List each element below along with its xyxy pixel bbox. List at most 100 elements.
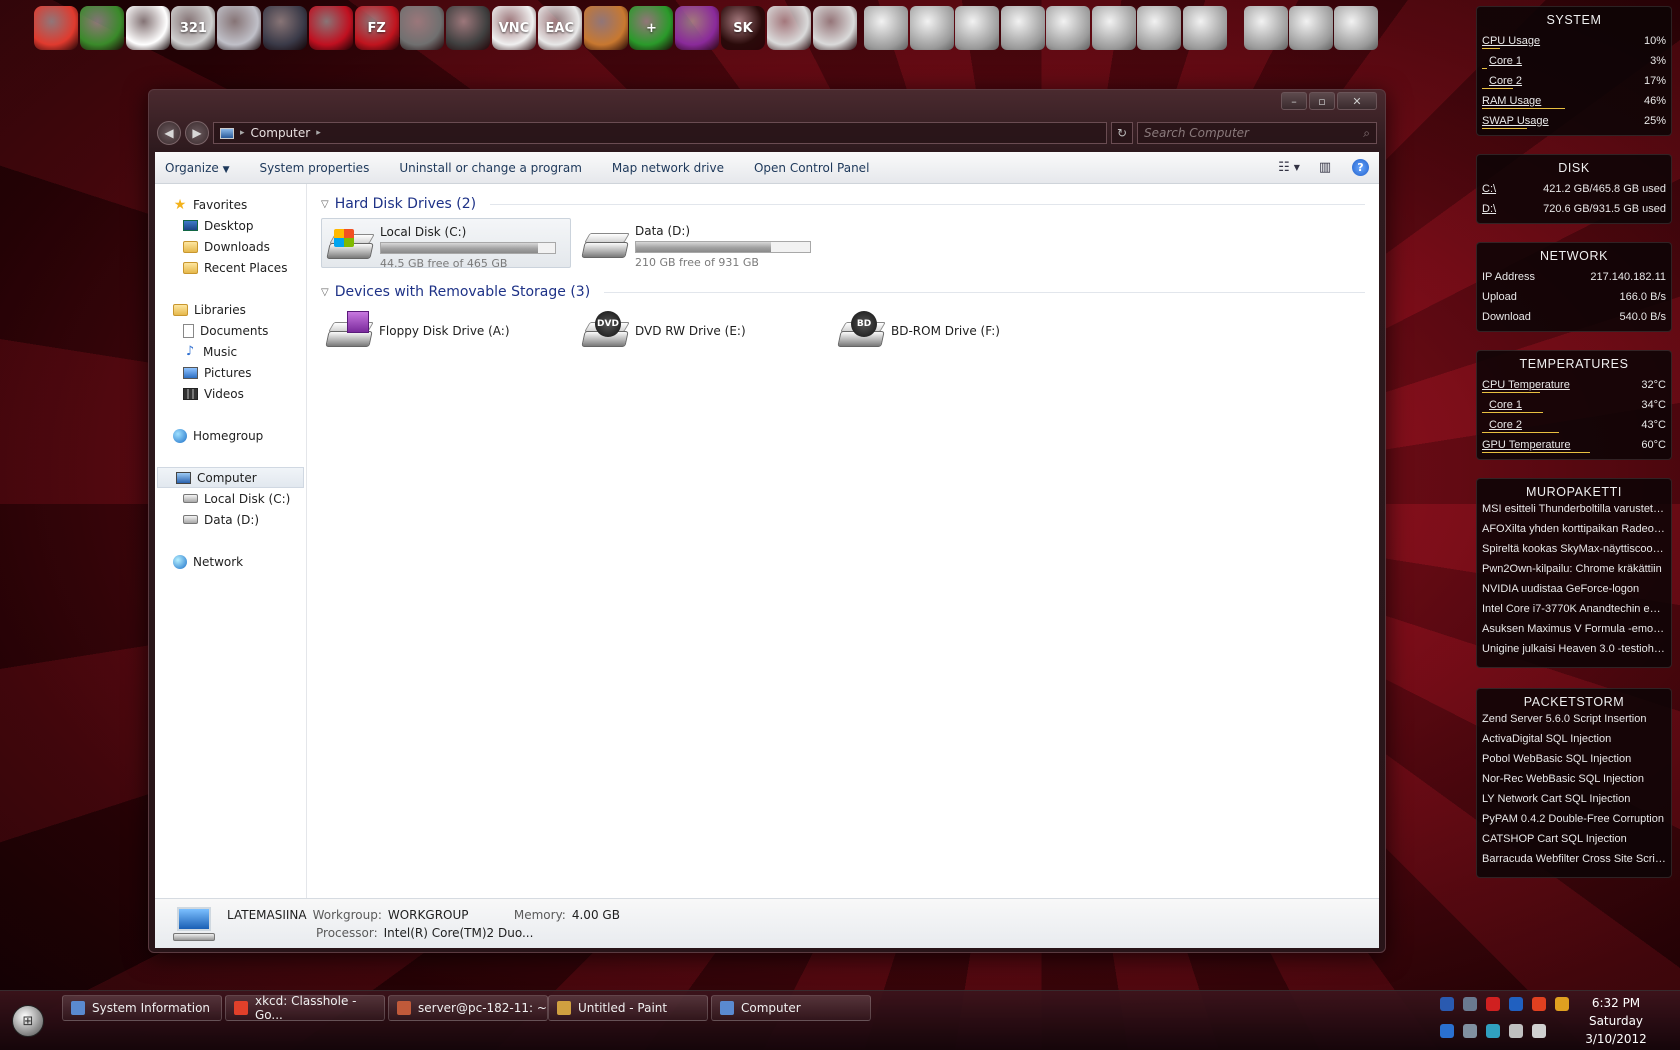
minimize-button[interactable]: – — [1281, 92, 1307, 110]
lock-icon[interactable] — [400, 6, 445, 50]
nav-computer[interactable]: Computer — [157, 467, 304, 488]
windows-flag-icon[interactable] — [79, 6, 124, 50]
trash-icon[interactable] — [1334, 6, 1378, 50]
nav-favorites[interactable]: ★ Favorites — [155, 194, 306, 215]
news-headline-link[interactable]: NVIDIA uudistaa GeForce-logon — [1477, 583, 1671, 603]
lion-icon[interactable] — [583, 6, 628, 50]
flag-tray-icon[interactable] — [1486, 997, 1500, 1011]
atom-icon[interactable] — [675, 6, 720, 50]
folder-music-icon[interactable] — [1000, 6, 1045, 50]
refresh-button[interactable]: ↻ — [1111, 122, 1133, 144]
folder-calendar-icon[interactable] — [1046, 6, 1090, 50]
nav-data-d[interactable]: Data (D:) — [155, 509, 306, 530]
eac-icon[interactable]: EAC — [537, 6, 582, 50]
nav-recent-places[interactable]: Recent Places — [155, 257, 306, 278]
mouse-icon[interactable] — [909, 6, 954, 50]
view-options-icon[interactable]: ☷ ▼ — [1278, 158, 1300, 176]
news-headline-link[interactable]: Pwn2Own-kilpailu: Chrome kräkättiin — [1477, 563, 1671, 583]
sk-icon[interactable]: SK — [721, 6, 765, 50]
maximize-button[interactable]: ▫ — [1309, 92, 1335, 110]
map-network-drive-button[interactable]: Map network drive — [612, 161, 724, 175]
monitor-tray-icon[interactable] — [1440, 997, 1454, 1011]
taskbar-button[interactable]: Computer — [711, 995, 871, 1021]
nav-downloads[interactable]: Downloads — [155, 236, 306, 257]
shield-tray-icon[interactable] — [1555, 997, 1569, 1011]
group-header-removable-storage[interactable]: ▽ Devices with Removable Storage (3) — [321, 282, 1365, 302]
news-headline-link[interactable]: Unigine julkaisi Heaven 3.0 -testiohjelm… — [1477, 643, 1671, 663]
taskbar-button[interactable]: xkcd: Classhole - Go... — [225, 994, 385, 1022]
nav-local-disk-c[interactable]: Local Disk (C:) — [155, 488, 306, 509]
volume-off-tray-icon[interactable] — [1532, 997, 1546, 1011]
green-plus-icon[interactable]: + — [629, 6, 674, 50]
nav-libraries[interactable]: Libraries — [155, 299, 306, 320]
breadcrumb-dropdown-icon[interactable]: ▸ — [316, 128, 321, 138]
news-headline-link[interactable]: PyPAM 0.4.2 Double-Free Corruption — [1477, 813, 1671, 833]
news-headline-link[interactable]: Pobol WebBasic SQL Injection — [1477, 753, 1671, 773]
group-header-hard-disk-drives[interactable]: ▽ Hard Disk Drives (2) — [321, 194, 1365, 214]
network-tray-icon[interactable] — [1463, 997, 1477, 1011]
uninstall-program-button[interactable]: Uninstall or change a program — [399, 161, 582, 175]
news-headline-link[interactable]: AFOXilta yhden korttipaikan Radeon HD — [1477, 523, 1671, 543]
flag-2-tray-icon[interactable] — [1509, 1024, 1523, 1038]
nav-videos[interactable]: Videos — [155, 383, 306, 404]
drive-tile[interactable]: Local Disk (C:) 44.5 GB free of 465 GB — [321, 218, 571, 270]
preview-pane-icon[interactable]: ▥ — [1316, 158, 1334, 176]
media-player-classic-icon[interactable]: 321 — [171, 6, 216, 50]
teamspeak-icon[interactable] — [263, 6, 307, 50]
news-headline-link[interactable]: MSI esitteli Thunderboltilla varustettuj… — [1477, 503, 1671, 523]
news-headline-link[interactable]: Nor-Rec WebBasic SQL Injection — [1477, 773, 1671, 793]
collapse-triangle-icon[interactable]: ▽ — [321, 199, 329, 210]
floppy-save-icon[interactable] — [1137, 6, 1181, 50]
nav-desktop[interactable]: Desktop — [155, 215, 306, 236]
address-bar[interactable]: ▸ Computer ▸ — [213, 122, 1107, 144]
globe-tray-icon[interactable] — [1509, 997, 1523, 1011]
chrome-icon[interactable] — [34, 6, 78, 50]
back-button[interactable]: ◀ — [157, 121, 181, 145]
nav-pictures[interactable]: Pictures — [155, 362, 306, 383]
clock[interactable]: 6:32 PM Saturday 3/10/2012 — [1578, 994, 1654, 1048]
network-tree-icon[interactable] — [1244, 6, 1288, 50]
taskbar-button[interactable]: System Information — [62, 995, 222, 1021]
network-bars-tray-icon[interactable] — [1486, 1024, 1500, 1038]
taskbar-button[interactable]: server@pc-182-11: ~ — [388, 995, 548, 1021]
racing-stripes-icon[interactable] — [308, 6, 353, 50]
news-headline-link[interactable]: ActivaDigital SQL Injection — [1477, 733, 1671, 753]
taskbar-button[interactable]: Untitled - Paint — [548, 995, 708, 1021]
bolt-tray-icon[interactable] — [1440, 1024, 1454, 1038]
news-headline-link[interactable]: Spireltä kookas SkyMax-näyttiscooleri — [1477, 543, 1671, 563]
removable-drive-tile[interactable]: DVD DVD RW Drive (E:) — [577, 306, 827, 356]
disc-icon[interactable] — [864, 6, 908, 50]
breadcrumb-location[interactable]: Computer — [251, 126, 311, 140]
start-button[interactable]: ⊞ — [12, 1005, 44, 1037]
window-list-icon[interactable] — [766, 6, 811, 50]
gear-icon[interactable] — [1289, 6, 1333, 50]
vnc-icon[interactable]: VNC — [492, 6, 536, 50]
news-headline-link[interactable]: Asuksen Maximus V Formula -emolevy — [1477, 623, 1671, 643]
removable-drive-tile[interactable]: BD BD-ROM Drive (F:) — [833, 306, 1083, 356]
collapse-triangle-icon[interactable]: ▽ — [321, 287, 329, 298]
news-headline-link[interactable]: Barracuda Webfilter Cross Site Scripting — [1477, 853, 1671, 873]
nav-music[interactable]: ♪ Music — [155, 341, 306, 362]
open-control-panel-button[interactable]: Open Control Panel — [754, 161, 869, 175]
help-icon[interactable]: ? — [1352, 158, 1369, 176]
nav-homegroup[interactable]: Homegroup — [155, 425, 306, 446]
terminal-icon[interactable] — [446, 6, 491, 50]
news-headline-link[interactable]: CATSHOP Cart SQL Injection — [1477, 833, 1671, 853]
chat-tray-icon[interactable] — [1463, 1024, 1477, 1038]
news-headline-link[interactable]: Intel Core i7-3770K Anandtechin esittely… — [1477, 603, 1671, 623]
folder-doc-icon[interactable] — [1091, 6, 1136, 50]
window-list-2-icon[interactable] — [812, 6, 857, 50]
speaker-tray-icon[interactable] — [1532, 1024, 1546, 1038]
removable-drive-tile[interactable]: Floppy Disk Drive (A:) — [321, 306, 571, 356]
search-input[interactable]: Search Computer ⌕ — [1137, 122, 1377, 144]
system-properties-button[interactable]: System properties — [260, 161, 370, 175]
drive-tile[interactable]: Data (D:) 210 GB free of 931 GB — [577, 218, 827, 269]
organize-button[interactable]: Organize ▼ — [165, 161, 230, 175]
xchat-icon[interactable] — [217, 6, 262, 50]
forward-button[interactable]: ▶ — [185, 121, 209, 145]
close-button[interactable]: ✕ — [1337, 92, 1377, 110]
filezilla-icon[interactable]: FZ — [354, 6, 399, 50]
news-headline-link[interactable]: LY Network Cart SQL Injection — [1477, 793, 1671, 813]
monitor-cursor-icon[interactable] — [1182, 6, 1227, 50]
nav-documents[interactable]: Documents — [155, 320, 306, 341]
